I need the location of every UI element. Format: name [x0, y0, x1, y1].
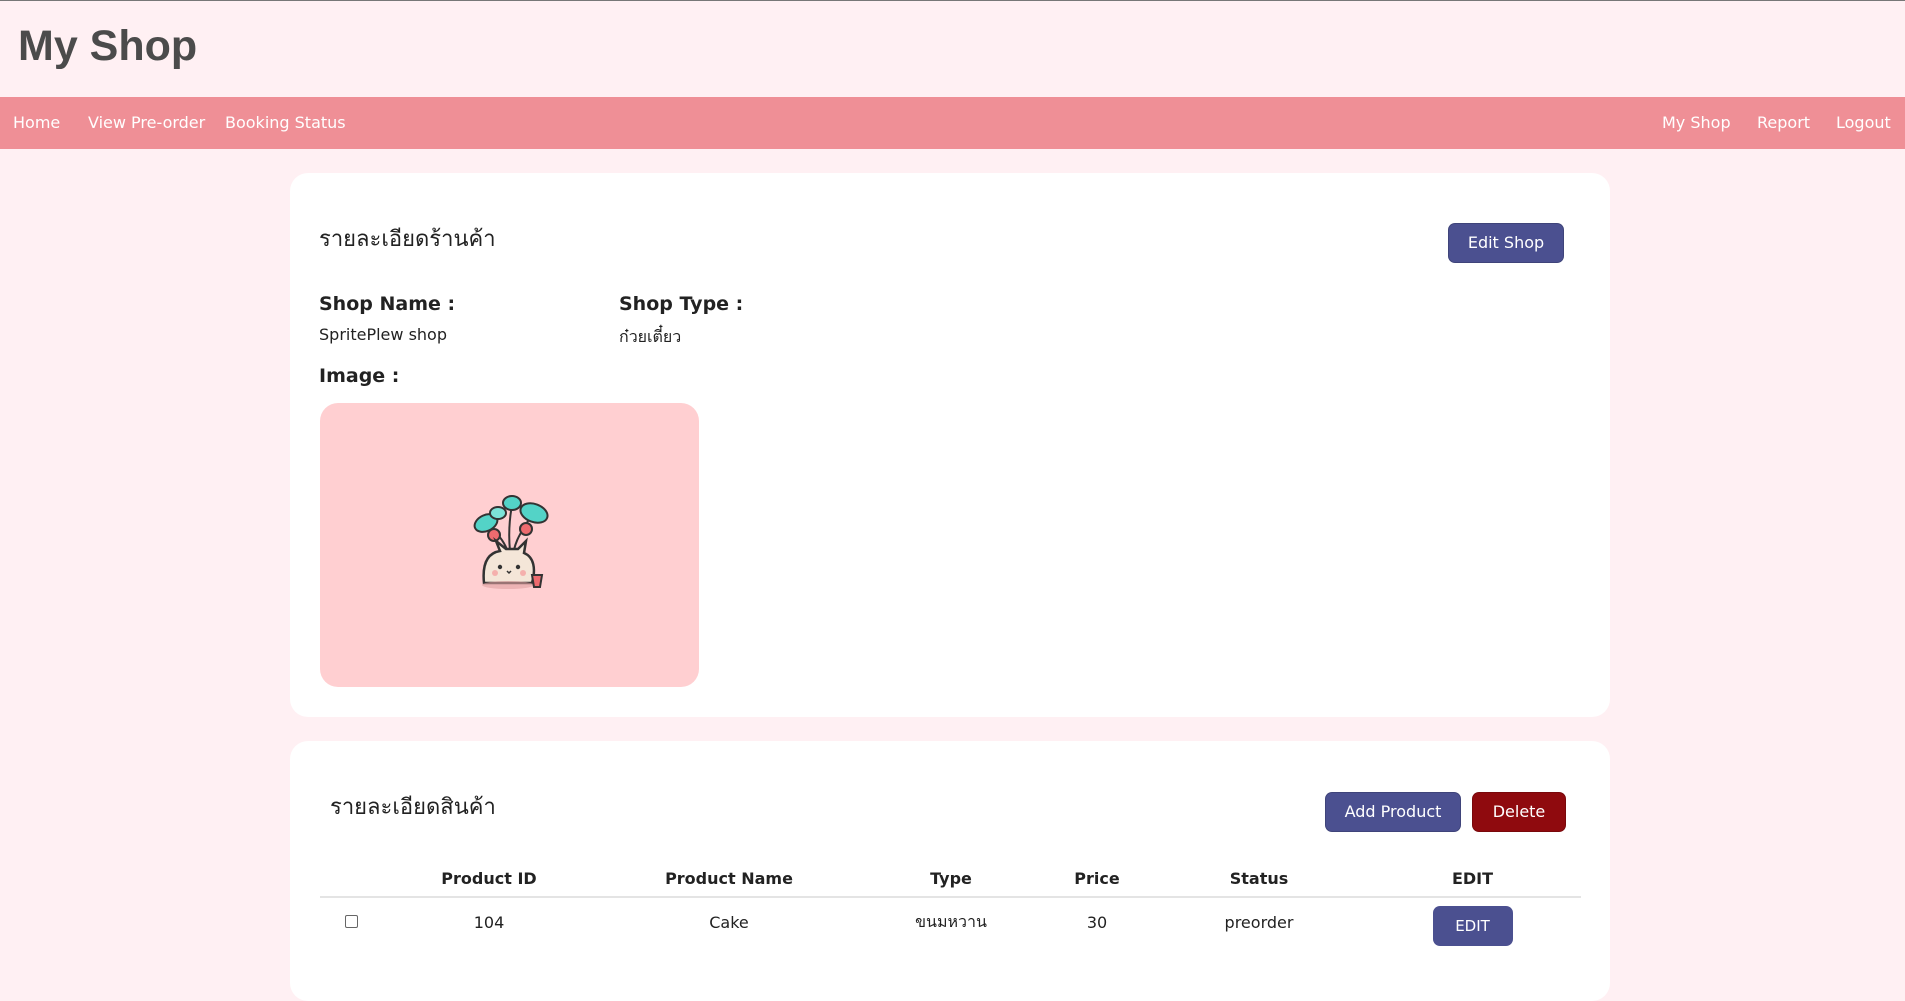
product-table: Product ID Product Name Type Price Statu… — [320, 861, 1581, 946]
edit-shop-button[interactable]: Edit Shop — [1448, 223, 1564, 263]
add-product-button[interactable]: Add Product — [1325, 792, 1461, 832]
nav-report[interactable]: Report — [1757, 97, 1810, 149]
shop-details-title: รายละเอียดร้านค้า — [319, 227, 496, 252]
nav-booking-status[interactable]: Booking Status — [225, 97, 346, 149]
table-header-row: Product ID Product Name Type Price Statu… — [320, 861, 1581, 898]
product-details-card: รายละเอียดสินค้า Add Product Delete Prod… — [290, 741, 1610, 1001]
delete-button[interactable]: Delete — [1472, 792, 1566, 832]
row-checkbox[interactable] — [344, 914, 358, 928]
column-header-product-id: Product ID — [382, 861, 596, 898]
shop-name-value: SpritePlew shop — [319, 325, 447, 344]
nav-home[interactable]: Home — [13, 97, 60, 149]
column-header-edit: EDIT — [1364, 861, 1581, 898]
shop-name-label: Shop Name : — [319, 293, 456, 315]
cell-type: ขนมหวาน — [915, 911, 987, 931]
column-header-select — [320, 861, 382, 898]
column-header-price: Price — [1040, 861, 1154, 898]
column-header-status: Status — [1154, 861, 1364, 898]
cat-plant-icon — [473, 495, 549, 589]
top-border — [0, 0, 1905, 1]
edit-button[interactable]: EDIT — [1432, 906, 1513, 946]
cell-product-id: 104 — [473, 912, 505, 932]
nav-view-preorder[interactable]: View Pre-order — [88, 97, 205, 149]
column-header-product-name: Product Name — [596, 861, 862, 898]
image-label: Image : — [319, 365, 400, 387]
navbar: Home View Pre-order Booking Status My Sh… — [0, 97, 1905, 149]
cell-price: 30 — [1086, 912, 1108, 932]
shop-details-card: รายละเอียดร้านค้า Edit Shop Shop Name : … — [290, 173, 1610, 717]
cell-status: preorder — [1224, 912, 1294, 932]
shop-type-value: ก๋วยเตี๋ยว — [619, 327, 682, 346]
nav-logout[interactable]: Logout — [1836, 97, 1891, 149]
nav-my-shop[interactable]: My Shop — [1662, 97, 1731, 149]
product-details-title: รายละเอียดสินค้า — [330, 795, 496, 820]
shop-image — [320, 403, 699, 687]
column-header-type: Type — [862, 861, 1040, 898]
table-row: 104 Cake ขนมหวาน 30 preorder EDIT — [320, 897, 1581, 946]
cell-product-name: Cake — [709, 912, 749, 932]
app-title: My Shop — [18, 22, 198, 70]
shop-type-label: Shop Type : — [619, 293, 744, 315]
